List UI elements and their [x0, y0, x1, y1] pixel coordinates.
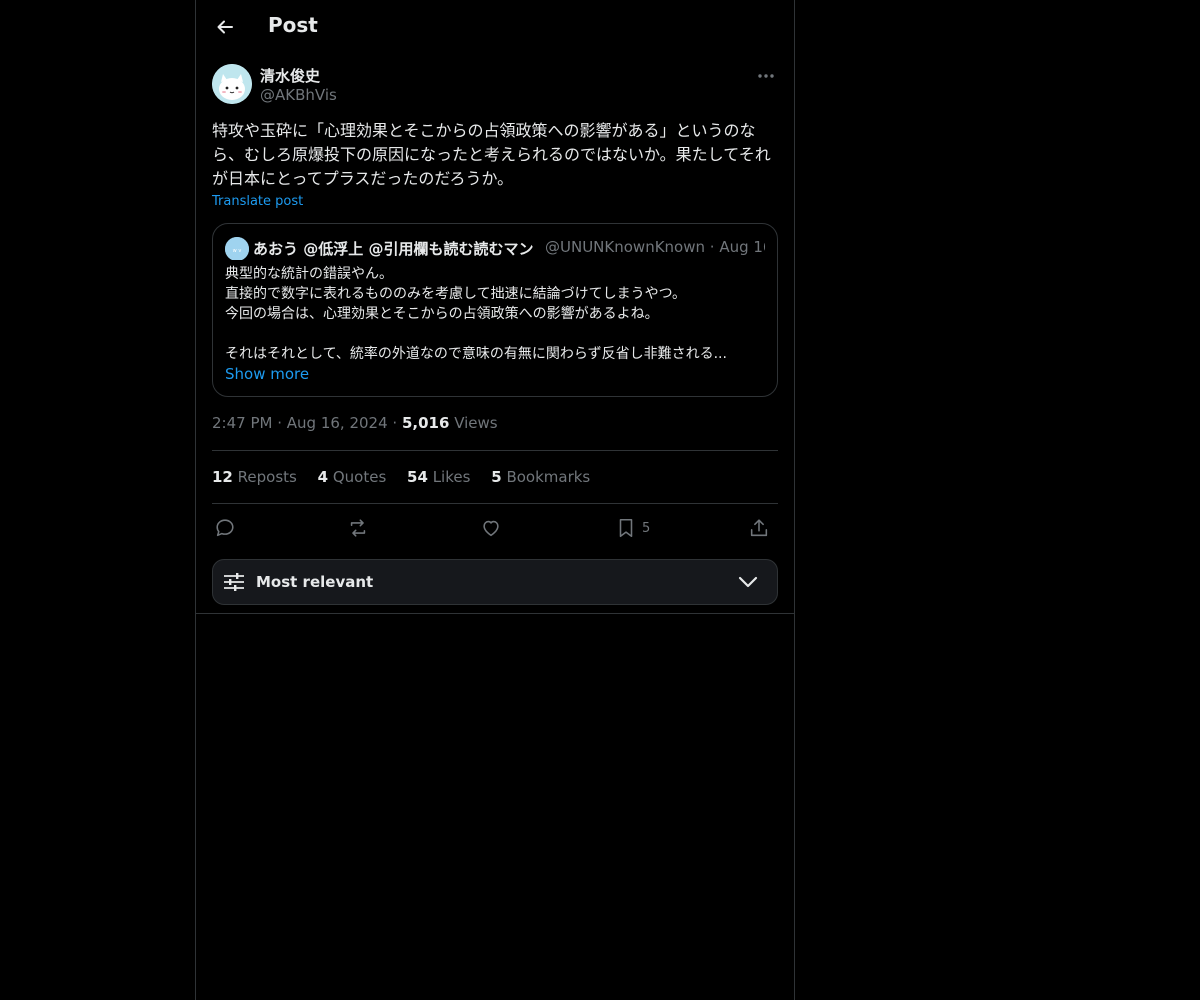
filter-sliders-icon: [224, 573, 244, 591]
more-icon: [758, 74, 774, 78]
post-time[interactable]: 2:47 PM: [212, 414, 272, 432]
reply-button[interactable]: [214, 512, 236, 544]
bookmark-count: 5: [642, 520, 651, 536]
svg-text:w v: w v: [233, 248, 242, 254]
quotes-stat[interactable]: 4 Quotes: [318, 468, 387, 486]
heart-icon: [483, 520, 499, 537]
back-button[interactable]: [212, 14, 238, 40]
bookmarks-stat[interactable]: 5 Bookmarks: [491, 468, 590, 486]
views-label: Views: [454, 414, 498, 432]
chevron-down-icon: [738, 576, 758, 588]
quoted-text-line: 今回の場合は、心理効果とそこからの占領政策への影響があるよね。: [225, 306, 659, 322]
reply-icon: [216, 519, 234, 537]
bookmark-button[interactable]: 5: [616, 512, 650, 544]
repost-button[interactable]: [346, 512, 370, 544]
post-meta: 2:47 PM · Aug 16, 2024 · 5,016 Views: [212, 414, 498, 432]
reposts-stat[interactable]: 12 Reposts: [212, 468, 297, 486]
translate-post-link[interactable]: Translate post: [212, 194, 303, 209]
quoted-text-line: それはそれとして、統率の外道なので意味の有無に関わらず反省し非難される...: [225, 346, 727, 362]
quoted-avatar: w v: [225, 237, 249, 260]
views-count: 5,016: [401, 414, 450, 432]
reply-sort-dropdown[interactable]: Most relevant: [212, 559, 778, 605]
back-arrow-icon: [217, 20, 233, 34]
like-button[interactable]: [480, 512, 502, 544]
show-more-link[interactable]: Show more: [225, 365, 309, 383]
quoted-post-header: w v あおう @低浮上 @引用欄も読む読むマン @UNUNKnownKnown…: [225, 236, 765, 260]
quoted-text: 典型的な統計の錯誤やん。 直接的で数字に表れるもののみを考慮して拙速に結論づけて…: [225, 264, 765, 364]
post-stats: 12 Reposts 4 Quotes 54 Likes 5 Bookmarks: [212, 468, 606, 486]
post-author: 清水俊史 @AKBhVis: [212, 64, 778, 108]
quoted-post[interactable]: w v あおう @低浮上 @引用欄も読む読むマン @UNUNKnownKnown…: [212, 223, 778, 397]
page-title: Post: [268, 13, 318, 37]
quoted-text-line: 典型的な統計の錯誤やん。: [225, 266, 393, 282]
action-bar: 5: [212, 512, 778, 544]
post-text: 特攻や玉砕に「心理効果とそこからの占領政策への影響がある」というのなら、むしろ原…: [212, 121, 771, 188]
repost-icon: [350, 519, 366, 537]
quoted-text-line: 直接的で数字に表れるもののみを考慮して拙速に結論づけてしまうやつ。: [225, 286, 687, 302]
divider: [212, 503, 778, 504]
author-handle[interactable]: @AKBhVis: [260, 86, 337, 104]
author-name[interactable]: 清水俊史: [260, 65, 320, 86]
more-options-button[interactable]: [754, 66, 778, 86]
quoted-author-handle: @UNUNKnownKnown: [545, 238, 705, 256]
share-icon: [750, 519, 768, 537]
quoted-text-line: [225, 324, 765, 344]
quoted-author-name: あおう @低浮上 @引用欄も読む読むマン: [253, 240, 534, 258]
sort-label: Most relevant: [256, 573, 374, 591]
likes-stat[interactable]: 54 Likes: [407, 468, 470, 486]
divider: [196, 613, 794, 614]
avatar[interactable]: [212, 64, 252, 104]
share-button[interactable]: [748, 512, 770, 544]
divider: [212, 450, 778, 451]
main-column: Post 清水俊史 @AKBhVis 特攻や玉砕に「心理効果とそこからの占領政策…: [195, 0, 795, 1000]
page-header: Post: [196, 0, 794, 54]
quoted-author-meta: @UNUNKnownKnown · Aug 16: [545, 238, 765, 256]
post-date[interactable]: Aug 16, 2024: [287, 414, 388, 432]
quoted-date: Aug 16: [719, 238, 765, 256]
bookmark-icon: [619, 518, 633, 538]
